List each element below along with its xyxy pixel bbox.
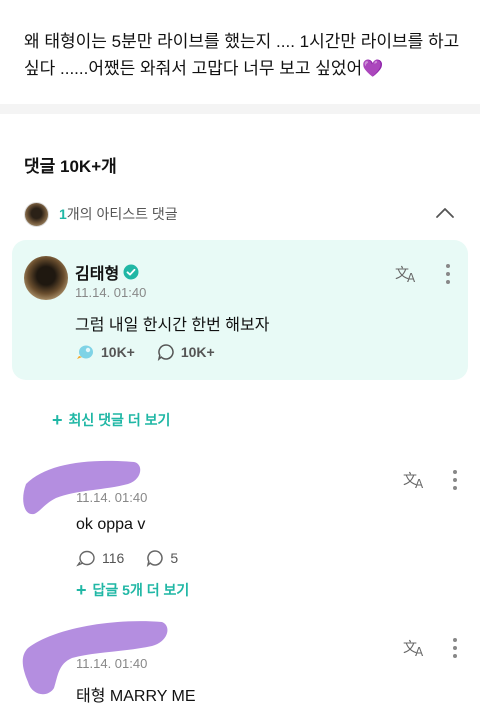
translate-icon[interactable]: 文 A — [402, 636, 428, 658]
comments-count-title: 댓글 10K+개 — [24, 157, 117, 176]
comment-time: 11.14. 01:40 — [76, 656, 148, 671]
artist-like-button[interactable]: 10K+ — [75, 343, 135, 361]
comment-body: ok oppa v — [76, 516, 146, 533]
translate-icon[interactable]: 文 A — [394, 262, 420, 284]
artist-like-count: 10K+ — [101, 344, 135, 360]
svg-text:A: A — [407, 271, 416, 284]
more-latest-label: 최신 댓글 더 보기 — [68, 412, 171, 428]
section-divider — [0, 104, 480, 114]
reply-count: 5 — [170, 550, 179, 566]
artist-reply-button[interactable]: 10K+ — [157, 343, 215, 361]
reply-bubble-icon — [157, 344, 174, 361]
like-button[interactable]: 116 — [76, 549, 124, 567]
post-body: 왜 태형이는 5분만 라이브를 했는지 .... 1시간만 라이브를 하고 싶다… — [24, 32, 460, 78]
svg-text:A: A — [415, 477, 424, 490]
more-latest-comments-link[interactable]: + 최신 댓글 더 보기 — [52, 410, 170, 430]
comment-stats: 116 5 — [76, 549, 200, 567]
artist-comments-label: 1개의 아티스트 댓글 — [59, 204, 178, 224]
purple-heart-emoji: 💜 — [362, 59, 384, 78]
comment-item: 11.14. 01:40 ok oppa v 116 5 + 답글 5개 더 보… — [0, 452, 480, 602]
artist-mini-avatar — [24, 201, 49, 227]
more-options-icon[interactable] — [452, 638, 458, 658]
reply-bubble-icon — [147, 550, 164, 567]
comment-time: 11.14. 01:40 — [76, 490, 148, 505]
artist-comment-time: 11.14. 01:40 — [75, 285, 147, 300]
chevron-up-icon[interactable] — [434, 202, 456, 224]
artist-comment-stats: 10K+ 10K+ — [75, 343, 237, 361]
more-options-icon[interactable] — [452, 470, 458, 490]
artist-avatar[interactable] — [24, 256, 68, 300]
post-text: 왜 태형이는 5분만 라이브를 했는지 .... 1시간만 라이브를 하고 싶다… — [24, 28, 464, 82]
redaction-scribble — [23, 460, 141, 515]
artist-comment-card: 김태형 11.14. 01:40 그럼 내일 한시간 한번 해보자 10K+ 1… — [12, 240, 468, 380]
svg-text:A: A — [415, 645, 424, 658]
view-replies-label: 답글 5개 더 보기 — [92, 582, 190, 598]
like-outline-icon — [76, 550, 95, 567]
comment-body: 태형 MARRY ME — [76, 688, 196, 705]
like-icon — [77, 345, 93, 359]
artist-comments-text: 개의 아티스트 댓글 — [66, 206, 178, 222]
translate-icon[interactable]: 文 A — [402, 468, 428, 490]
comment-item: 11.14. 01:40 태형 MARRY ME 文 A — [0, 612, 480, 722]
view-replies-link[interactable]: + 답글 5개 더 보기 — [76, 580, 189, 600]
reply-button[interactable]: 5 — [146, 549, 178, 567]
artist-comments-count: 1 — [59, 206, 67, 222]
artist-comments-toggle[interactable]: 1개의 아티스트 댓글 — [24, 200, 464, 228]
artist-reply-count: 10K+ — [180, 344, 215, 360]
like-count: 116 — [102, 550, 125, 566]
plus-icon: + — [76, 580, 87, 600]
verified-badge-icon — [123, 264, 139, 280]
plus-icon: + — [52, 410, 63, 430]
artist-name[interactable]: 김태형 — [75, 260, 139, 284]
more-options-icon[interactable] — [445, 264, 451, 284]
artist-comment-body: 그럼 내일 한시간 한번 해보자 — [75, 317, 270, 334]
artist-name-text: 김태형 — [75, 266, 120, 283]
